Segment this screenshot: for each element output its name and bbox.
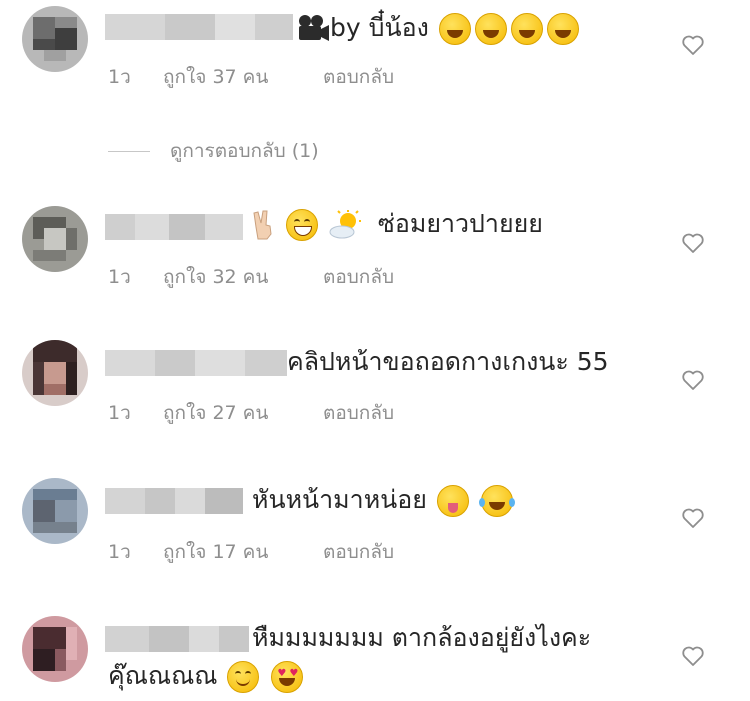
heart-eyes-emoji: ♥ ♥ (271, 661, 304, 693)
view-replies-button[interactable]: ดูการตอบกลับ (1) (108, 136, 319, 166)
username-blurred[interactable] (105, 488, 243, 514)
likes-count[interactable]: ถูกใจ 27 คน (163, 398, 323, 428)
comment-time: 1ว (108, 541, 131, 563)
username-blurred[interactable] (105, 626, 249, 652)
avatar[interactable] (22, 206, 88, 272)
grinning-emoji (285, 209, 318, 241)
laughing-emoji (510, 13, 543, 45)
likes-count[interactable]: ถูกใจ 37 คน (163, 62, 323, 92)
heart-outline-icon[interactable] (681, 34, 705, 56)
avatar[interactable] (22, 478, 88, 544)
likes-count[interactable]: ถูกใจ 32 คน (163, 262, 323, 292)
victory-hand-emoji (252, 209, 276, 241)
comment-time: 1ว (108, 402, 131, 424)
reply-button[interactable]: ตอบกลับ (323, 398, 394, 428)
reply-button[interactable]: ตอบกลับ (323, 62, 394, 92)
heart-outline-icon[interactable] (681, 507, 705, 529)
comment-time: 1ว (108, 266, 131, 288)
username-blurred[interactable] (105, 350, 287, 376)
comment-time: 1ว (108, 66, 131, 88)
comment-text-continued: คุ๊ณณณณ ♥ ♥ (108, 658, 305, 694)
likes-count[interactable]: ถูกใจ 17 คน (163, 537, 323, 567)
comment-text: คลิปหน้าขอถอดกางเกงนะ 55 (287, 347, 609, 376)
laughing-emoji (474, 13, 507, 45)
movie-camera-icon (299, 15, 329, 41)
avatar[interactable] (22, 340, 88, 406)
reply-button[interactable]: ตอบกลับ (323, 537, 394, 567)
tears-of-joy-emoji (478, 485, 515, 517)
heart-outline-icon[interactable] (681, 369, 705, 391)
smiling-emoji (227, 661, 260, 693)
username-blurred[interactable] (105, 14, 293, 40)
heart-outline-icon[interactable] (681, 645, 705, 667)
username-blurred[interactable] (105, 214, 243, 240)
laughing-emoji (438, 13, 471, 45)
avatar[interactable] (22, 6, 88, 72)
heart-outline-icon[interactable] (681, 232, 705, 254)
sun-behind-cloud-emoji (328, 210, 364, 240)
comment-text: ซ่อมยาวปายยย (252, 206, 543, 242)
avatar[interactable] (22, 616, 88, 682)
laughing-emoji (546, 13, 579, 45)
comment-text: หันหน้ามาหน่อย (252, 482, 515, 518)
divider-line (108, 150, 150, 152)
squinting-tongue-emoji (436, 485, 469, 517)
reply-button[interactable]: ตอบกลับ (323, 262, 394, 292)
comment-text: หืมมมมมมม ตากล้องอยู่ยังไงคะ (252, 623, 592, 652)
comment-text: by บี๋น้อง (296, 10, 581, 46)
